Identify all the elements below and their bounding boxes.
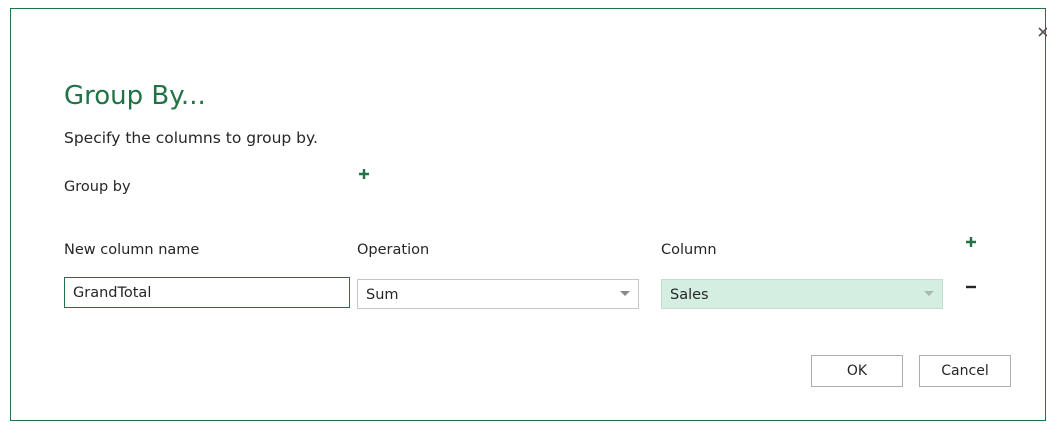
add-aggregation-plus-icon[interactable]: [964, 235, 978, 249]
ok-button[interactable]: OK: [811, 355, 903, 387]
group-by-dialog: Group By... Specify the columns to group…: [10, 8, 1047, 421]
column-select[interactable]: Sales: [661, 279, 943, 309]
operation-select-value: Sum: [366, 287, 399, 303]
remove-aggregation-minus-icon[interactable]: [964, 280, 978, 294]
dialog-subtitle: Specify the columns to group by.: [64, 129, 318, 147]
operation-header: Operation: [357, 242, 430, 258]
dialog-title: Group By...: [64, 81, 206, 111]
group-by-label: Group by: [64, 179, 131, 195]
chevron-down-icon: [620, 291, 630, 296]
new-column-name-input[interactable]: [64, 277, 350, 308]
chevron-down-icon: [924, 291, 934, 296]
close-icon[interactable]: [1035, 25, 1047, 41]
cancel-button[interactable]: Cancel: [919, 355, 1011, 387]
column-header: Column: [661, 242, 717, 258]
operation-select[interactable]: Sum: [357, 279, 639, 309]
new-column-name-header: New column name: [64, 242, 200, 258]
add-grouping-plus-icon[interactable]: [357, 167, 371, 181]
column-select-value: Sales: [670, 287, 709, 303]
